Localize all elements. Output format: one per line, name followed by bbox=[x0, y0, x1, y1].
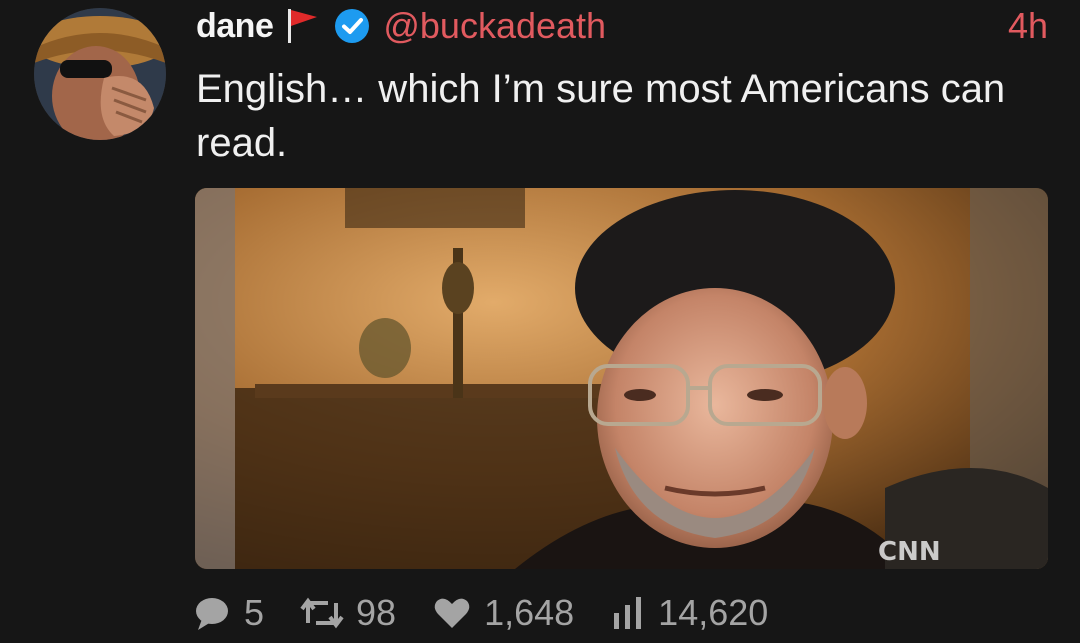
tweet-timestamp[interactable]: 4h bbox=[1008, 5, 1048, 47]
reply-button[interactable]: 5 bbox=[192, 592, 264, 634]
tweet-actions: 5 98 1,648 14,620 bbox=[192, 588, 804, 638]
tweet-media-image[interactable]: CNN bbox=[195, 188, 1048, 569]
red-flag-icon bbox=[283, 6, 323, 46]
tweet-text: English… which I’m sure most Americans c… bbox=[196, 67, 1006, 165]
verified-badge-icon bbox=[333, 7, 371, 45]
retweet-count: 98 bbox=[356, 592, 397, 633]
speech-bubble-icon bbox=[192, 593, 232, 633]
reply-count: 5 bbox=[244, 592, 265, 633]
like-count: 1,648 bbox=[484, 592, 575, 633]
views-count: 14,620 bbox=[658, 592, 769, 633]
author-name[interactable]: dane bbox=[196, 7, 274, 46]
retweet-button[interactable]: 98 bbox=[300, 592, 396, 634]
like-button[interactable]: 1,648 bbox=[432, 592, 574, 634]
media-image: CNN bbox=[195, 188, 1048, 569]
retweet-icon bbox=[300, 593, 344, 633]
avatar[interactable] bbox=[34, 8, 166, 140]
cnn-watermark: CNN bbox=[878, 537, 941, 567]
avatar-image bbox=[34, 8, 166, 140]
heart-icon bbox=[432, 593, 472, 633]
author-handle[interactable]: @buckadeath bbox=[383, 5, 606, 47]
views-button[interactable]: 14,620 bbox=[610, 592, 768, 634]
tweet-card: dane @buckadeath 4h English… which I’m s… bbox=[0, 0, 1080, 643]
tweet-header: dane @buckadeath 4h bbox=[196, 4, 1048, 48]
bar-chart-icon bbox=[610, 593, 646, 633]
